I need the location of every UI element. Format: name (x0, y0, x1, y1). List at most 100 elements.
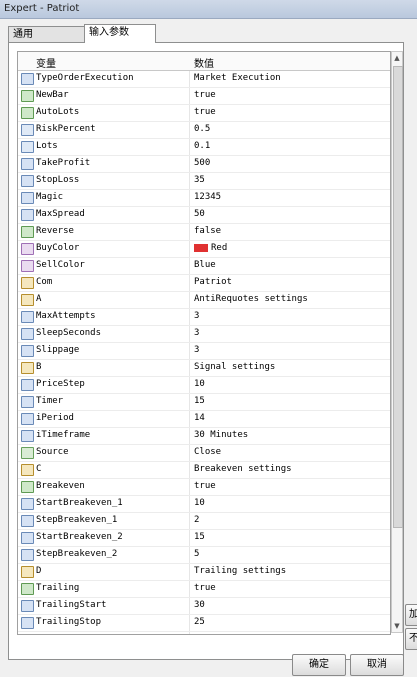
parameter-value[interactable]: Close (194, 447, 221, 457)
tab-common[interactable]: 通用 (8, 26, 88, 43)
int-type-icon (21, 345, 34, 357)
parameter-value[interactable]: 15 (194, 396, 205, 406)
parameter-value[interactable]: Patriot (194, 277, 232, 287)
parameter-value[interactable]: true (194, 107, 216, 117)
table-row[interactable]: TrailingStep 5 (18, 632, 390, 635)
parameter-value[interactable]: Trailing settings (194, 566, 286, 576)
parameter-value[interactable]: true (194, 90, 216, 100)
parameter-value[interactable]: 3 (194, 311, 199, 321)
table-row[interactable]: B Signal settings (18, 360, 390, 377)
table-row[interactable]: RiskPercent 0.5 (18, 122, 390, 139)
int-type-icon (21, 617, 34, 629)
parameter-value[interactable]: Blue (194, 260, 216, 270)
table-row[interactable]: StartBreakeven_1 10 (18, 496, 390, 513)
parameter-value[interactable]: false (194, 226, 221, 236)
parameter-name: PriceStep (36, 379, 85, 389)
parameter-value[interactable]: 15 (194, 532, 205, 542)
scroll-up-arrow-icon[interactable]: ▲ (392, 52, 402, 64)
save-button[interactable]: 不 (405, 628, 417, 650)
parameter-name: iPeriod (36, 413, 74, 423)
table-row[interactable]: iTimeframe 30 Minutes (18, 428, 390, 445)
str-type-icon (21, 294, 34, 306)
parameter-value[interactable]: true (194, 583, 216, 593)
table-row[interactable]: BuyColor Red (18, 241, 390, 258)
table-row[interactable]: TypeOrderExecution Market Execution (18, 71, 390, 88)
table-row[interactable]: C Breakeven settings (18, 462, 390, 479)
table-row[interactable]: iPeriod 14 (18, 411, 390, 428)
parameter-value[interactable]: 3 (194, 328, 199, 338)
table-row[interactable]: TrailingStart 30 (18, 598, 390, 615)
table-row[interactable]: D Trailing settings (18, 564, 390, 581)
table-row[interactable]: TakeProfit 500 (18, 156, 390, 173)
scroll-down-arrow-icon[interactable]: ▼ (392, 620, 402, 632)
parameter-value[interactable]: 3 (194, 345, 199, 355)
table-row[interactable]: StepBreakeven_1 2 (18, 513, 390, 530)
vertical-scrollbar[interactable]: ▲ ▼ (391, 51, 403, 633)
table-row[interactable]: A AntiRequotes settings (18, 292, 390, 309)
column-separator (189, 292, 190, 308)
parameter-value-text: 30 Minutes (194, 430, 249, 440)
int-type-icon (21, 158, 34, 170)
ok-button[interactable]: 确定 (292, 654, 346, 676)
column-separator (189, 598, 190, 614)
parameter-value[interactable]: 2 (194, 515, 199, 525)
table-row[interactable]: MaxAttempts 3 (18, 309, 390, 326)
table-row[interactable]: StepBreakeven_2 5 (18, 547, 390, 564)
parameter-value[interactable]: 30 (194, 600, 205, 610)
parameter-value[interactable]: Market Execution (194, 73, 281, 83)
parameter-value[interactable]: 0.1 (194, 141, 210, 151)
parameter-value[interactable]: true (194, 481, 216, 491)
table-row[interactable]: Trailing true (18, 581, 390, 598)
str-type-icon (21, 566, 34, 578)
parameter-value[interactable]: 0.5 (194, 124, 210, 134)
parameter-value[interactable]: 500 (194, 158, 210, 168)
load-button[interactable]: 加 (405, 604, 417, 626)
parameter-value-text: 0.1 (194, 141, 211, 151)
parameter-value-text: 5 (194, 634, 199, 635)
column-separator (189, 462, 190, 478)
table-row[interactable]: StartBreakeven_2 15 (18, 530, 390, 547)
table-row[interactable]: Timer 15 (18, 394, 390, 411)
parameter-value[interactable]: 30 Minutes (194, 430, 248, 440)
parameter-value-text: Patriot (194, 277, 232, 287)
parameter-value-text: AntiRequotes settings (194, 294, 308, 304)
tab-inputs[interactable]: 输入参数 (84, 24, 156, 43)
parameter-value[interactable]: 50 (194, 209, 205, 219)
column-separator (189, 496, 190, 512)
parameter-value[interactable]: 5 (194, 634, 199, 635)
table-row[interactable]: NewBar true (18, 88, 390, 105)
parameter-value[interactable]: 10 (194, 498, 205, 508)
parameter-value[interactable]: AntiRequotes settings (194, 294, 308, 304)
parameter-value-text: 12345 (194, 192, 222, 202)
parameter-value[interactable]: 5 (194, 549, 199, 559)
table-row[interactable]: AutoLots true (18, 105, 390, 122)
table-row[interactable]: MaxSpread 50 (18, 207, 390, 224)
table-row[interactable]: PriceStep 10 (18, 377, 390, 394)
parameter-value[interactable]: 35 (194, 175, 205, 185)
table-row[interactable]: SleepSeconds 3 (18, 326, 390, 343)
parameter-name: Magic (36, 192, 64, 202)
table-row[interactable]: TrailingStop 25 (18, 615, 390, 632)
table-row[interactable]: SellColor Blue (18, 258, 390, 275)
table-row[interactable]: Slippage 3 (18, 343, 390, 360)
parameter-value[interactable]: 10 (194, 379, 205, 389)
column-separator (189, 632, 190, 634)
column-separator (189, 207, 190, 223)
cancel-button[interactable]: 取消 (350, 654, 404, 676)
table-row[interactable]: Lots 0.1 (18, 139, 390, 156)
table-row[interactable]: StopLoss 35 (18, 173, 390, 190)
table-row[interactable]: Com Patriot (18, 275, 390, 292)
parameter-value[interactable]: Red (194, 243, 227, 253)
parameter-value[interactable]: 14 (194, 413, 205, 423)
str-type-icon (21, 277, 34, 289)
parameter-value[interactable]: 25 (194, 617, 205, 627)
table-row[interactable]: Reverse false (18, 224, 390, 241)
parameter-value[interactable]: Signal settings (194, 362, 275, 372)
parameter-value[interactable]: Breakeven settings (194, 464, 292, 474)
parameter-value[interactable]: 12345 (194, 192, 221, 202)
table-row[interactable]: Breakeven true (18, 479, 390, 496)
scroll-thumb[interactable] (393, 66, 403, 528)
table-row[interactable]: Source Close (18, 445, 390, 462)
table-row[interactable]: Magic 12345 (18, 190, 390, 207)
column-separator (189, 428, 190, 444)
